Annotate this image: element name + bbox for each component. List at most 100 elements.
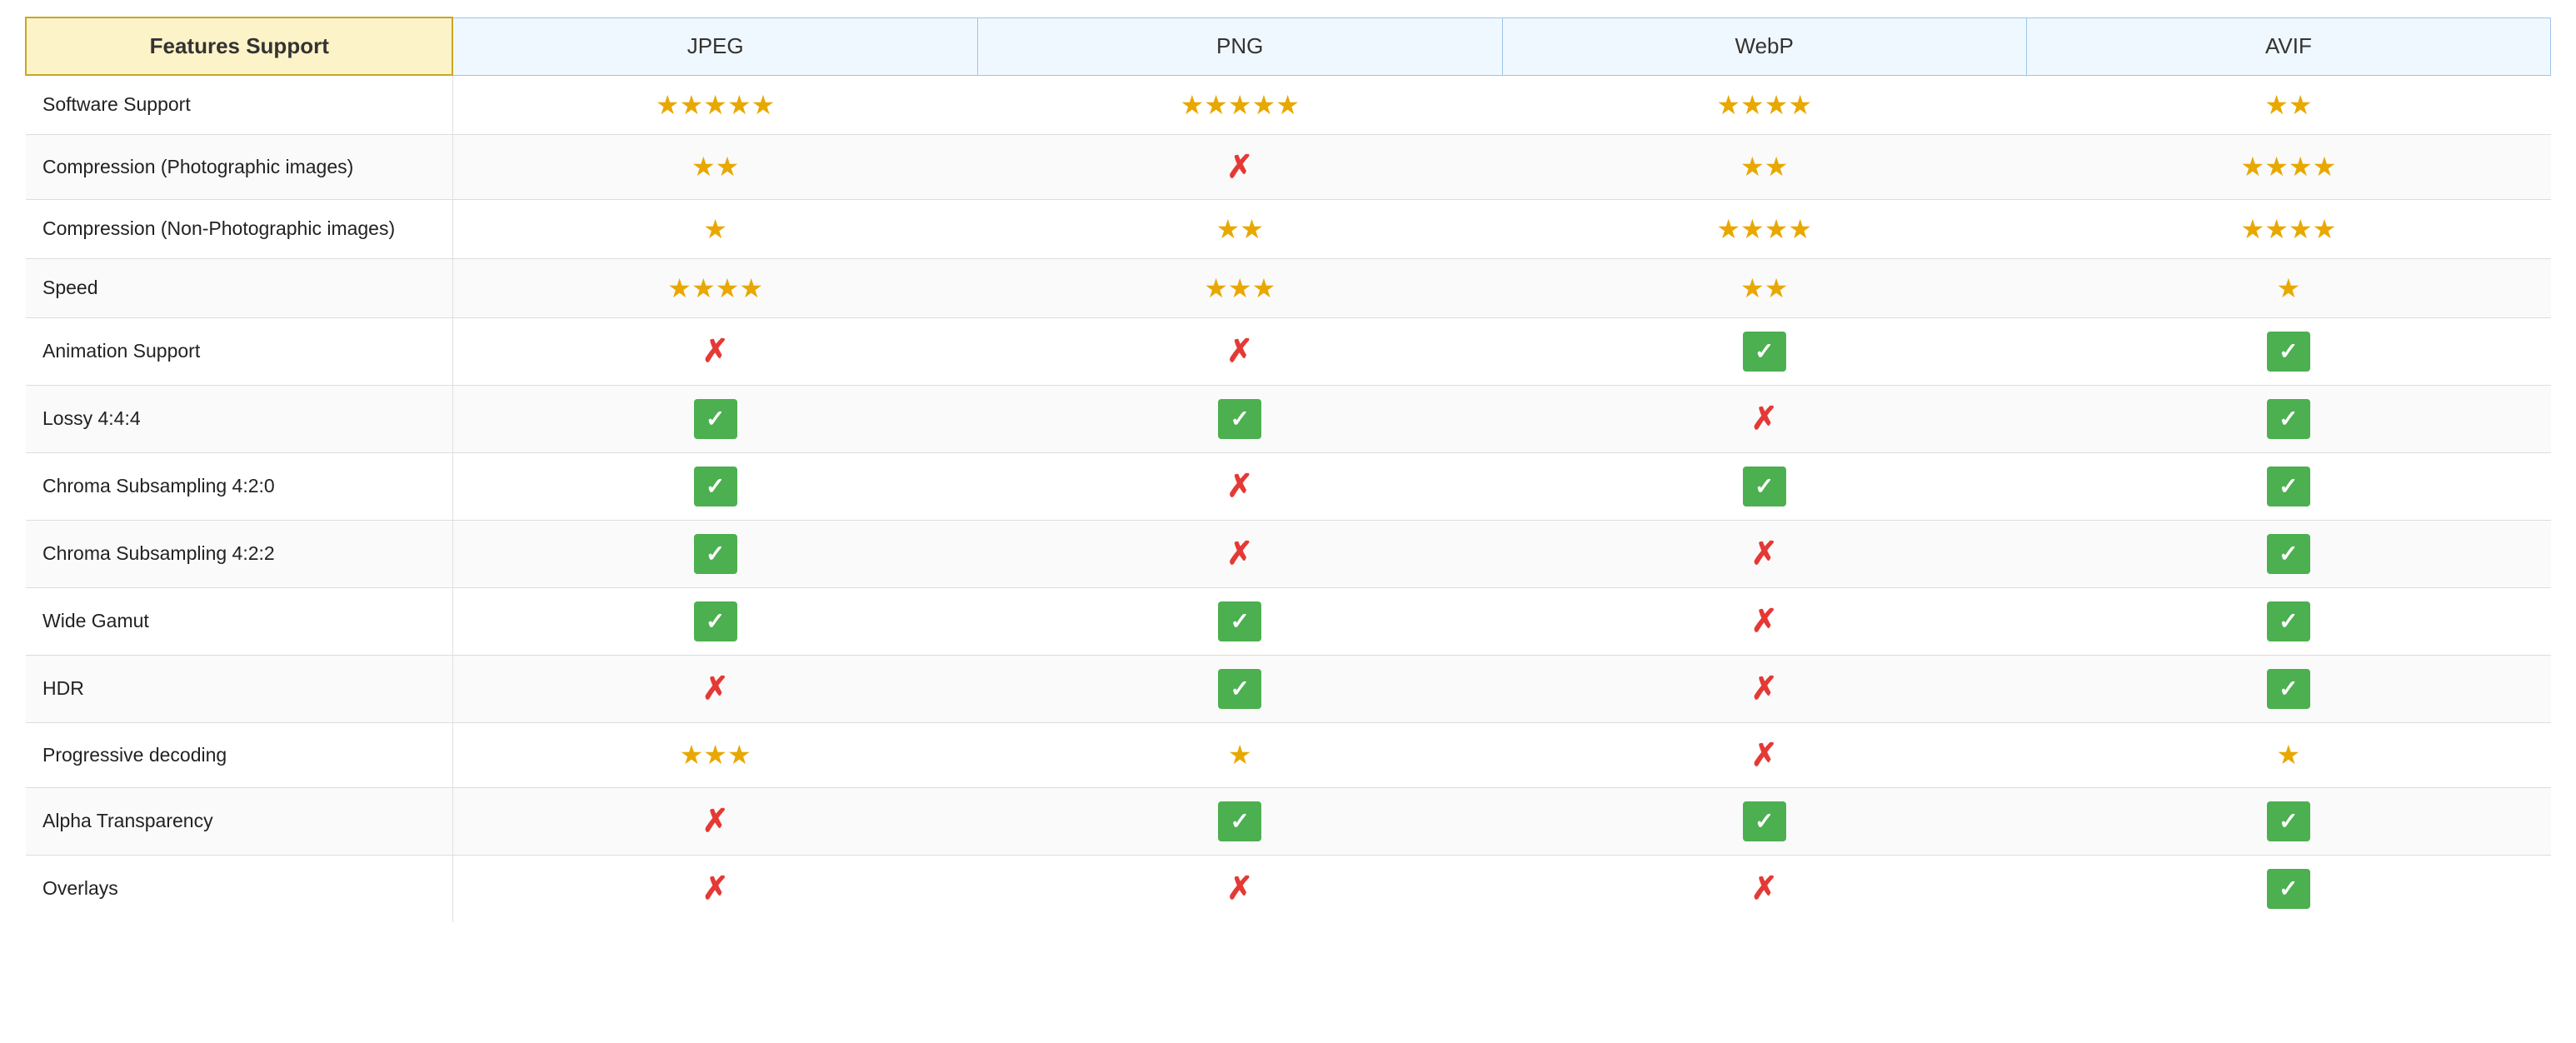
check-icon: ✓ [1218, 601, 1261, 641]
check-icon: ✓ [694, 467, 737, 507]
table-row: Alpha Transparency✗✓✓✓ [26, 787, 2551, 855]
value-cell-6-2: ✓ [1502, 452, 2026, 520]
value-cell-6-1: ✗ [977, 452, 1502, 520]
table-row: Compression (Non-Photographic images)★★★… [26, 199, 2551, 258]
star-rating: ★★ [2264, 90, 2312, 120]
star-rating: ★★★ [680, 740, 751, 770]
value-cell-4-0: ✗ [452, 317, 977, 385]
value-cell-2-0: ★ [452, 199, 977, 258]
cross-icon: ✗ [1226, 870, 1253, 907]
png-column-header: PNG [977, 17, 1502, 75]
value-cell-0-3: ★★ [2026, 75, 2550, 134]
value-cell-2-1: ★★ [977, 199, 1502, 258]
value-cell-0-0: ★★★★★ [452, 75, 977, 134]
value-cell-4-1: ✗ [977, 317, 1502, 385]
star-rating: ★★★★ [667, 273, 763, 303]
value-cell-5-0: ✓ [452, 385, 977, 452]
check-icon: ✓ [2267, 332, 2310, 372]
cross-icon: ✗ [1751, 736, 1778, 774]
value-cell-10-1: ★ [977, 722, 1502, 787]
value-cell-1-1: ✗ [977, 134, 1502, 199]
value-cell-0-1: ★★★★★ [977, 75, 1502, 134]
value-cell-5-2: ✗ [1502, 385, 2026, 452]
feature-label: Chroma Subsampling 4:2:0 [26, 452, 452, 520]
feature-label: Wide Gamut [26, 587, 452, 655]
cross-icon: ✗ [1226, 467, 1253, 505]
features-table: Features Support JPEG PNG WebP AVIF Soft… [25, 17, 2551, 922]
value-cell-11-0: ✗ [452, 787, 977, 855]
star-rating: ★★★★★ [1181, 90, 1300, 120]
jpeg-column-header: JPEG [452, 17, 977, 75]
value-cell-11-3: ✓ [2026, 787, 2550, 855]
check-icon: ✓ [2267, 601, 2310, 641]
value-cell-1-2: ★★ [1502, 134, 2026, 199]
check-icon: ✓ [694, 399, 737, 439]
table-wrapper: Features Support JPEG PNG WebP AVIF Soft… [0, 0, 2576, 1043]
cross-icon: ✗ [1751, 400, 1778, 437]
check-icon: ✓ [1218, 801, 1261, 841]
value-cell-2-2: ★★★★ [1502, 199, 2026, 258]
value-cell-6-3: ✓ [2026, 452, 2550, 520]
feature-column-header: Features Support [26, 17, 452, 75]
value-cell-6-0: ✓ [452, 452, 977, 520]
value-cell-10-0: ★★★ [452, 722, 977, 787]
star-rating: ★ [703, 214, 727, 244]
feature-label: Progressive decoding [26, 722, 452, 787]
cross-icon: ✗ [702, 670, 729, 707]
value-cell-3-2: ★★ [1502, 258, 2026, 317]
feature-label: Alpha Transparency [26, 787, 452, 855]
table-row: Speed★★★★★★★★★★ [26, 258, 2551, 317]
feature-label: Overlays [26, 855, 452, 922]
value-cell-1-3: ★★★★ [2026, 134, 2550, 199]
feature-label: Software Support [26, 75, 452, 134]
check-icon: ✓ [1218, 669, 1261, 709]
value-cell-10-3: ★ [2026, 722, 2550, 787]
value-cell-12-0: ✗ [452, 855, 977, 922]
star-rating: ★ [2277, 740, 2301, 770]
value-cell-12-2: ✗ [1502, 855, 2026, 922]
value-cell-1-0: ★★ [452, 134, 977, 199]
check-icon: ✓ [2267, 534, 2310, 574]
value-cell-7-0: ✓ [452, 520, 977, 587]
value-cell-8-2: ✗ [1502, 587, 2026, 655]
feature-label: Compression (Non-Photographic images) [26, 199, 452, 258]
value-cell-9-3: ✓ [2026, 655, 2550, 722]
star-rating: ★★★★ [1716, 214, 1812, 244]
value-cell-3-1: ★★★ [977, 258, 1502, 317]
table-row: Compression (Photographic images)★★✗★★★★… [26, 134, 2551, 199]
star-rating: ★★ [1740, 152, 1788, 182]
check-icon: ✓ [1743, 332, 1786, 372]
star-rating: ★ [1228, 740, 1252, 770]
feature-label: Compression (Photographic images) [26, 134, 452, 199]
feature-label: Lossy 4:4:4 [26, 385, 452, 452]
star-rating: ★★★★ [2241, 214, 2337, 244]
check-icon: ✓ [694, 601, 737, 641]
value-cell-3-0: ★★★★ [452, 258, 977, 317]
value-cell-9-0: ✗ [452, 655, 977, 722]
star-rating: ★★★★ [2241, 152, 2337, 182]
value-cell-7-3: ✓ [2026, 520, 2550, 587]
value-cell-7-2: ✗ [1502, 520, 2026, 587]
star-rating: ★★ [1740, 273, 1788, 303]
value-cell-5-1: ✓ [977, 385, 1502, 452]
value-cell-8-1: ✓ [977, 587, 1502, 655]
webp-column-header: WebP [1502, 17, 2026, 75]
table-row: Progressive decoding★★★★✗★ [26, 722, 2551, 787]
table-row: Chroma Subsampling 4:2:0✓✗✓✓ [26, 452, 2551, 520]
table-row: HDR✗✓✗✓ [26, 655, 2551, 722]
value-cell-12-3: ✓ [2026, 855, 2550, 922]
cross-icon: ✗ [702, 870, 729, 907]
value-cell-8-3: ✓ [2026, 587, 2550, 655]
check-icon: ✓ [2267, 399, 2310, 439]
value-cell-7-1: ✗ [977, 520, 1502, 587]
cross-icon: ✗ [702, 332, 729, 370]
check-icon: ✓ [1218, 399, 1261, 439]
value-cell-8-0: ✓ [452, 587, 977, 655]
table-row: Animation Support✗✗✓✓ [26, 317, 2551, 385]
star-rating: ★★★ [1204, 273, 1276, 303]
feature-label: Speed [26, 258, 452, 317]
value-cell-9-2: ✗ [1502, 655, 2026, 722]
value-cell-0-2: ★★★★ [1502, 75, 2026, 134]
cross-icon: ✗ [1751, 670, 1778, 707]
avif-column-header: AVIF [2026, 17, 2550, 75]
